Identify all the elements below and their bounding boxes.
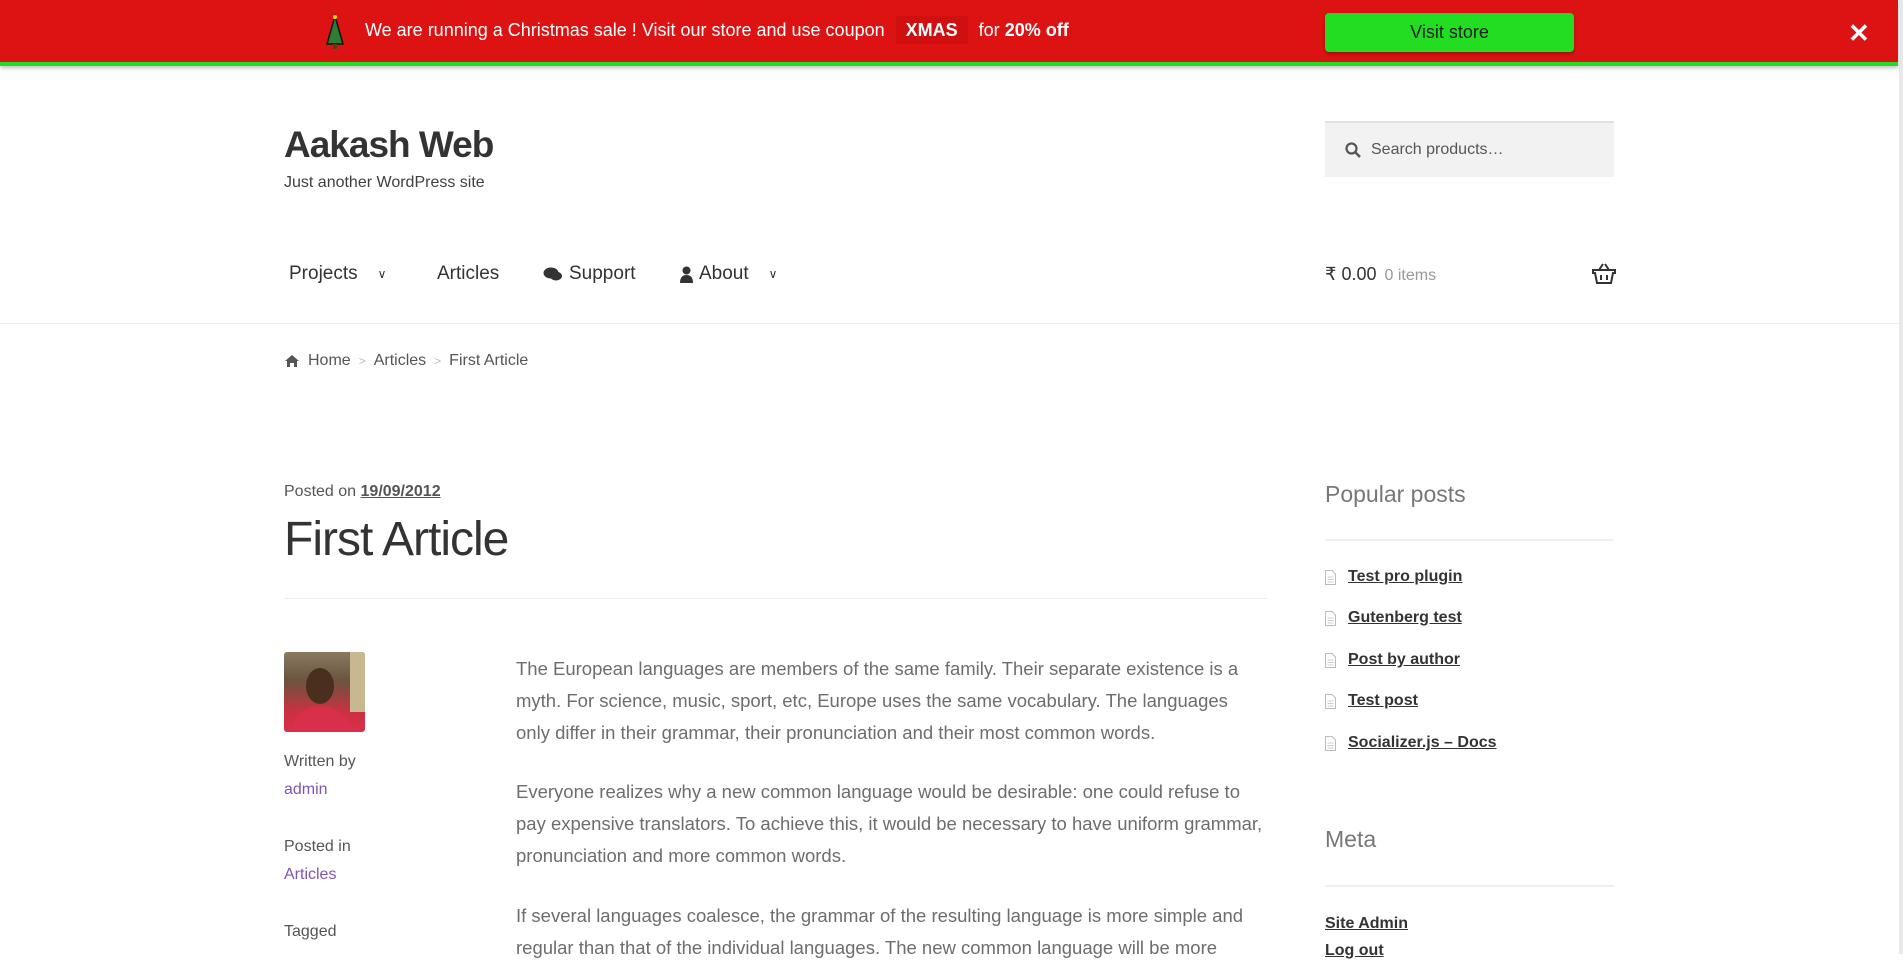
widget-divider: [1325, 539, 1614, 541]
site-admin-link[interactable]: Site Admin: [1325, 915, 1408, 933]
posted-in-label: Posted in: [284, 838, 351, 855]
search-placeholder: Search products…: [1371, 141, 1504, 158]
search-input[interactable]: Search products…: [1325, 121, 1614, 177]
nav-projects[interactable]: Projects ∨: [289, 263, 386, 285]
breadcrumb-separator: >: [358, 354, 366, 368]
popular-post[interactable]: Test pro plugin: [1325, 568, 1462, 586]
meta-title: Meta: [1325, 826, 1377, 852]
discount: 20% off: [1004, 20, 1069, 40]
basket-icon[interactable]: [1592, 262, 1616, 284]
title-divider: [284, 598, 1267, 599]
paragraph: The European languages are members of th…: [516, 658, 1239, 743]
breadcrumb-current: First Article: [449, 352, 529, 369]
breadcrumb-separator: >: [434, 354, 442, 368]
post-date: Posted on 19/09/2012: [284, 483, 441, 501]
nav-support[interactable]: Support: [543, 263, 636, 285]
popular-post[interactable]: Gutenberg test: [1325, 609, 1462, 627]
comments-icon: [543, 267, 562, 281]
visit-store-button[interactable]: Visit store: [1325, 13, 1574, 52]
coupon-code: XMAS: [895, 16, 968, 44]
document-icon: [1325, 652, 1336, 668]
scrollbar[interactable]: [1899, 0, 1903, 954]
document-icon: [1325, 610, 1336, 626]
site-title[interactable]: Aakash Web: [284, 124, 494, 166]
chevron-down-icon: ∨: [768, 267, 778, 281]
popular-posts-title: Popular posts: [1325, 481, 1466, 507]
header-divider: [0, 323, 1899, 324]
nav-label: Support: [569, 263, 636, 284]
nav-about[interactable]: About ∨: [680, 263, 777, 285]
breadcrumb-articles[interactable]: Articles: [374, 352, 426, 370]
popular-post[interactable]: Test post: [1325, 692, 1418, 710]
cart-items: 0 items: [1384, 267, 1437, 284]
document-icon: [1325, 569, 1336, 585]
breadcrumb-home[interactable]: Home: [308, 352, 351, 370]
log-out-link[interactable]: Log out: [1325, 942, 1384, 960]
posted-on-label: Posted on: [284, 483, 357, 500]
nav-label: About: [699, 263, 749, 284]
banner-text: We are running a Christmas sale ! Visit …: [365, 20, 885, 40]
category-link[interactable]: Articles: [284, 866, 336, 884]
paragraph: Everyone realizes why a new common langu…: [516, 781, 1263, 866]
tagged-label: Tagged: [284, 923, 337, 940]
document-icon: [1325, 693, 1336, 709]
site-tagline: Just another WordPress site: [284, 174, 485, 191]
nav-label: Projects: [289, 263, 358, 284]
post-date-link[interactable]: 19/09/2012: [361, 483, 441, 500]
post-title: First Article: [284, 513, 509, 566]
nav-articles[interactable]: Articles: [437, 263, 499, 285]
nav-label: Articles: [437, 263, 500, 284]
chevron-down-icon: ∨: [377, 267, 387, 281]
banner-message: We are running a Christmas sale ! Visit …: [365, 16, 1069, 44]
breadcrumb: Home > Articles > First Article: [284, 352, 528, 370]
avatar: [284, 652, 365, 732]
cart-summary[interactable]: ₹ 0.00 0 items: [1325, 264, 1436, 285]
close-icon[interactable]: ✕: [1848, 18, 1870, 49]
paragraph: If several languages coalesce, the gramm…: [516, 905, 1244, 958]
written-by-label: Written by: [284, 753, 356, 770]
widget-divider: [1325, 885, 1614, 887]
sale-banner: We are running a Christmas sale ! Visit …: [0, 0, 1898, 66]
home-icon: [285, 355, 299, 367]
cart-amount: ₹ 0.00: [1325, 264, 1377, 284]
banner-text-after: for: [978, 20, 1000, 40]
popular-post[interactable]: Post by author: [1325, 651, 1460, 669]
document-icon: [1325, 735, 1336, 751]
user-icon: [680, 266, 693, 283]
search-icon: [1345, 142, 1361, 158]
author-link[interactable]: admin: [284, 781, 328, 799]
christmas-tree-icon: [326, 14, 344, 49]
popular-post[interactable]: Socializer.js – Docs: [1325, 734, 1497, 752]
